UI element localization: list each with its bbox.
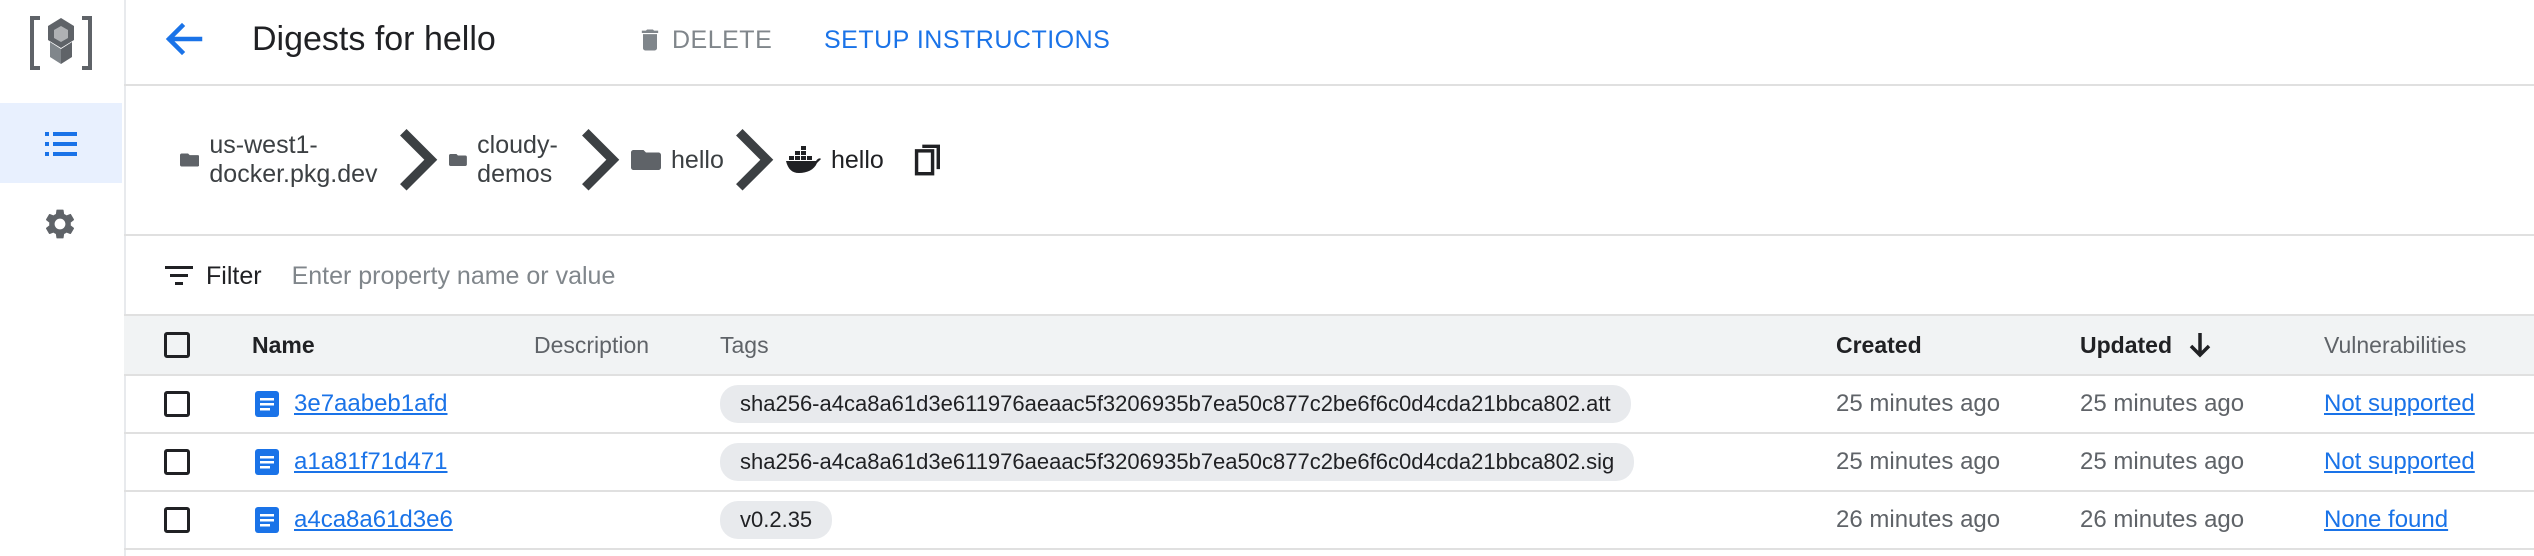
updated-cell: 25 minutes ago bbox=[2080, 448, 2245, 475]
folder-icon bbox=[180, 153, 200, 167]
tag-chip: v0.2.35 bbox=[720, 501, 833, 539]
vulnerabilities-link[interactable]: Not supported bbox=[2324, 390, 2475, 418]
trash-icon bbox=[641, 29, 659, 51]
breadcrumb: us-west1-docker.pkg.dev cloudy-demos hel… bbox=[180, 129, 942, 191]
column-header-updated-label: Updated bbox=[2080, 331, 2172, 358]
table-row: 3e7aabeb1afd sha256-a4ca8a61d3e611976aea… bbox=[124, 376, 2534, 434]
setup-instructions-button[interactable]: SETUP INSTRUCTIONS bbox=[824, 22, 1110, 58]
folder-icon bbox=[631, 150, 662, 170]
page-header: Digests for hello DELETE SETUP INSTRUCTI… bbox=[124, 0, 2534, 86]
filter-label: Filter bbox=[206, 261, 262, 290]
divider bbox=[124, 234, 2534, 236]
document-icon bbox=[255, 449, 279, 475]
delete-button[interactable]: DELETE bbox=[636, 22, 772, 58]
arrow-downward-icon[interactable] bbox=[2186, 330, 2214, 360]
vulnerabilities-link[interactable]: Not supported bbox=[2324, 448, 2475, 476]
docker-icon bbox=[786, 146, 821, 173]
back-arrow-icon[interactable] bbox=[160, 18, 208, 60]
digest-name-link[interactable]: a4ca8a61d3e6 bbox=[294, 506, 453, 534]
digests-table: Name Description Tags Created Updated Vu… bbox=[124, 314, 2534, 550]
column-header-tags[interactable]: Tags bbox=[720, 316, 769, 374]
column-header-name[interactable]: Name bbox=[252, 316, 315, 374]
filter-bar[interactable]: Filter Enter property name or value bbox=[164, 254, 615, 298]
column-header-created[interactable]: Created bbox=[1836, 316, 1922, 374]
left-rail bbox=[0, 0, 126, 556]
chevron-right-icon bbox=[400, 129, 438, 191]
breadcrumb-item-location[interactable]: us-west1-docker.pkg.dev bbox=[180, 131, 388, 189]
breadcrumb-label: us-west1-docker.pkg.dev bbox=[209, 131, 378, 188]
column-header-updated[interactable]: Updated bbox=[2080, 316, 2214, 374]
breadcrumb-item-repository[interactable]: hello bbox=[631, 146, 724, 175]
list-icon[interactable] bbox=[43, 126, 79, 162]
row-checkbox[interactable] bbox=[164, 449, 190, 475]
breadcrumb-label: hello bbox=[671, 145, 724, 174]
digest-name-link[interactable]: 3e7aabeb1afd bbox=[294, 390, 448, 418]
table-row: a4ca8a61d3e6 v0.2.35 26 minutes ago 26 m… bbox=[124, 492, 2534, 550]
filter-list-icon bbox=[165, 266, 193, 285]
delete-button-label: DELETE bbox=[672, 25, 773, 54]
document-icon bbox=[255, 391, 279, 417]
page-title: Digests for hello bbox=[252, 20, 496, 58]
breadcrumb-label: cloudy-demos bbox=[477, 131, 558, 188]
column-header-vulnerabilities[interactable]: Vulnerabilities bbox=[2324, 316, 2466, 374]
updated-cell: 25 minutes ago bbox=[2080, 390, 2245, 417]
tag-chip: sha256-a4ca8a61d3e611976aeaac5f3206935b7… bbox=[720, 385, 1631, 423]
breadcrumb-item-project[interactable]: cloudy-demos bbox=[449, 131, 570, 189]
chevron-right-icon bbox=[735, 129, 774, 191]
created-cell: 26 minutes ago bbox=[1836, 506, 2001, 533]
gear-icon[interactable] bbox=[42, 206, 78, 242]
updated-cell: 26 minutes ago bbox=[2080, 506, 2245, 533]
created-cell: 25 minutes ago bbox=[1836, 448, 2001, 475]
select-all-checkbox[interactable] bbox=[164, 332, 190, 358]
tag-chip: sha256-a4ca8a61d3e611976aeaac5f3206935b7… bbox=[720, 443, 1635, 481]
column-header-description[interactable]: Description bbox=[534, 316, 649, 374]
filter-input[interactable]: Enter property name or value bbox=[292, 262, 616, 291]
row-checkbox[interactable] bbox=[164, 391, 190, 417]
artifact-registry-logo-icon[interactable] bbox=[28, 10, 94, 76]
created-cell: 25 minutes ago bbox=[1836, 390, 2001, 417]
digest-name-link[interactable]: a1a81f71d471 bbox=[294, 448, 448, 476]
breadcrumb-item-image: hello bbox=[785, 144, 942, 176]
table-row: a1a81f71d471 sha256-a4ca8a61d3e611976aea… bbox=[124, 434, 2534, 492]
table-header-row: Name Description Tags Created Updated Vu… bbox=[124, 314, 2534, 376]
folder-icon bbox=[449, 154, 468, 166]
copy-icon[interactable] bbox=[914, 144, 942, 176]
breadcrumb-label: hello bbox=[831, 145, 884, 174]
document-icon bbox=[255, 507, 279, 533]
chevron-right-icon bbox=[581, 129, 620, 191]
row-checkbox[interactable] bbox=[164, 507, 190, 533]
vulnerabilities-link[interactable]: None found bbox=[2324, 506, 2448, 534]
